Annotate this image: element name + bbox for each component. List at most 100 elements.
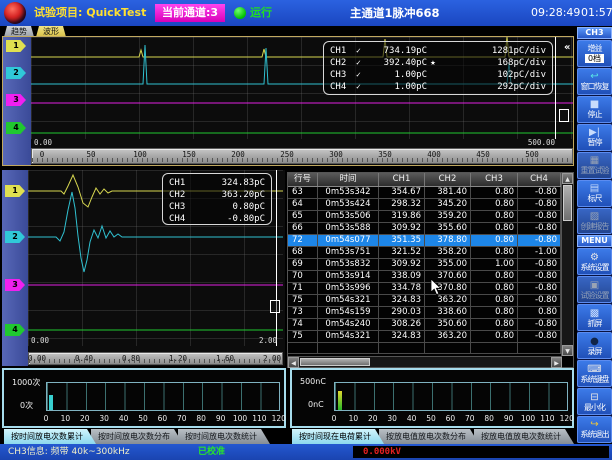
ruler-tick-label: 0.40 (75, 354, 93, 363)
scroll-left-icon[interactable]: ◀ (288, 357, 299, 368)
x-tick-label: 110 (252, 414, 266, 423)
sidebar-button-system-keyboard[interactable]: ⌨系统键盘 (577, 360, 612, 387)
scroll-right-icon[interactable]: ▶ (551, 357, 562, 368)
table-row[interactable]: 730m54s159290.03338.600.800.80 (288, 307, 573, 319)
readout-channel: CH4 (169, 213, 199, 225)
table-cell: 363.20 (425, 331, 471, 342)
table-cell: 0.80 (471, 223, 518, 234)
reset-test-icon: ▦ (590, 155, 599, 166)
table-row[interactable]: 750m54s321324.83363.200.80-0.80 (288, 295, 573, 307)
status-bar: CH3信息: 频带 40k~300kHz 已校准 0.000kV (0, 444, 612, 460)
table-row[interactable]: 650m53s506319.86359.200.80-0.80 (288, 211, 573, 223)
readout-row: CH4✓1.00pC292pC/div (330, 81, 546, 93)
ruler-icon: ▤ (590, 183, 599, 194)
table-row[interactable]: 690m53s832309.92355.001.00-0.80 (288, 259, 573, 271)
table-cell: -0.80 (518, 187, 561, 198)
table-header-CH3[interactable]: CH3 (471, 173, 518, 186)
table-cell: 0.80 (471, 307, 518, 318)
tab-discharge-count-3[interactable]: 按时间放电次数统计 (178, 429, 270, 444)
trend-readout-box: CH1✓734.19pC1281pC/divCH2✓392.40pC★168pC… (323, 41, 553, 95)
tab-charge-3[interactable]: 按放电值放电次数统计 (474, 429, 574, 444)
waveform-cursor-handle[interactable] (270, 300, 280, 313)
scroll-up-icon[interactable]: ▲ (562, 173, 573, 184)
charge-histogram-panel: 500nC 0nC 0102030405060708090100110120 (290, 368, 574, 428)
table-cell: 0.80 (471, 235, 518, 246)
sidebar-button-minimize[interactable]: ⊟最小化 (577, 388, 612, 415)
table-header-CH2[interactable]: CH2 (425, 173, 471, 186)
table-cell: 0m53s588 (318, 223, 379, 234)
readout-row: CH4-0.80pC (169, 213, 265, 225)
table-header-CH1[interactable]: CH1 (379, 173, 425, 186)
sidebar-button-label: 抓屏 (588, 319, 602, 328)
channel-tag-3[interactable]: 3 (5, 279, 25, 291)
screen-capture-icon: ▩ (590, 308, 599, 319)
trend-scroll-ruler[interactable]: 050100150200250300350400450500 (31, 148, 573, 164)
scrollbar-thumb[interactable] (300, 358, 370, 366)
horizontal-scrollbar[interactable]: ◀ ▶ (288, 356, 562, 367)
table-header-row: 行号时间CH1CH2CH3CH4 (288, 173, 573, 187)
sidebar-button-screen-record[interactable]: ●录屏 (577, 332, 612, 359)
sidebar-button-gain[interactable]: 增益0档 (577, 40, 612, 67)
channel-tag-1[interactable]: 1 (5, 185, 25, 197)
x-tick-label: 0 (332, 414, 337, 423)
channel-tag-4[interactable]: 4 (6, 122, 26, 134)
x-tick-label: 70 (177, 414, 187, 423)
tab-discharge-count-2[interactable]: 按时间放电次数分布 (91, 429, 183, 444)
create-report-icon: ▨ (590, 211, 599, 222)
minimize-icon: ⊟ (590, 392, 598, 403)
table-row[interactable]: 740m54s240308.26350.600.80-0.80 (288, 319, 573, 331)
table-row[interactable]: 750m54s321324.83363.200.80-0.80 (288, 331, 573, 343)
table-row[interactable]: 640m53s424298.32345.200.80-0.80 (288, 199, 573, 211)
tab-charge-1[interactable]: 按时间现在电荷累计 (292, 429, 384, 444)
table-cell: 324.83 (379, 295, 425, 306)
table-row[interactable]: 630m53s342354.67381.400.80-0.80 (288, 187, 573, 199)
x-tick-label: 0 (44, 414, 49, 423)
table-cell: 0m54s321 (318, 295, 379, 306)
voltage-display: 0.000kV (353, 446, 609, 458)
tab-discharge-count-1[interactable]: 按时间放电次数累计 (4, 429, 96, 444)
sidebar-button-pause[interactable]: ▶|暂停 (577, 124, 612, 151)
waveform-cursor-line[interactable] (276, 170, 277, 346)
scrollbar-thumb[interactable] (563, 185, 572, 221)
readout-scale: 102pC/div (439, 69, 546, 81)
sidebar-button-reset-test: ▦重置试验 (577, 152, 612, 179)
sidebar-button-ruler[interactable]: ▤标尺 (577, 180, 612, 207)
table-cell: -0.80 (518, 271, 561, 282)
channel-tag-1[interactable]: 1 (6, 40, 26, 52)
sidebar-button-label: 系统设置 (581, 263, 609, 272)
channel-tag-4[interactable]: 4 (5, 324, 25, 336)
table-header-行号[interactable]: 行号 (288, 173, 318, 186)
channel-tag-3[interactable]: 3 (6, 94, 26, 106)
sidebar-collapse-icon[interactable]: « (564, 42, 570, 53)
channel-tag-2[interactable]: 2 (6, 67, 26, 79)
table-cell: -0.80 (518, 283, 561, 294)
tab-charge-2[interactable]: 按放电值放电次数分布 (379, 429, 479, 444)
sidebar-button-screen-capture[interactable]: ▩抓屏 (577, 304, 612, 331)
table-row[interactable]: 680m53s751321.52358.200.80-1.00 (288, 247, 573, 259)
table-header-时间[interactable]: 时间 (318, 173, 379, 186)
table-cell: 68 (288, 247, 318, 258)
waveform-scroll-ruler[interactable]: 0.000.400.801.201.602.00 (28, 352, 283, 365)
sidebar-button-stop[interactable]: ■停止 (577, 96, 612, 123)
readout-scale: 1281pC/div (439, 45, 546, 57)
table-cell: 70 (288, 271, 318, 282)
sidebar-button-window-restore[interactable]: ↩窗口恢复 (577, 68, 612, 95)
x-tick-label: 110 (540, 414, 554, 423)
readout-value: -0.80pC (199, 213, 265, 225)
sidebar-button-system-settings[interactable]: ⚙系统设置 (577, 248, 612, 275)
trend-cursor-handle[interactable] (559, 109, 569, 122)
readout-row: CH2363.20pC (169, 189, 265, 201)
table-header-CH4[interactable]: CH4 (518, 173, 561, 186)
channel-tag-2[interactable]: 2 (5, 231, 25, 243)
sidebar-button-system-exit[interactable]: ↪系统退出 (577, 416, 612, 443)
vertical-scrollbar[interactable]: ▲ ▼ (561, 173, 573, 356)
readout-channel: CH3 (330, 69, 356, 81)
sidebar-button-label: 最小化 (584, 403, 605, 412)
trend-cursor-line[interactable] (555, 37, 556, 139)
x-tick-label: 40 (407, 414, 417, 423)
scroll-down-icon[interactable]: ▼ (562, 345, 573, 356)
readout-value: 734.19pC (367, 45, 427, 57)
table-row[interactable]: 720m54s077351.35378.800.80-0.80 (288, 235, 573, 247)
table-row[interactable]: 660m53s588309.92355.600.80-0.80 (288, 223, 573, 235)
system-settings-icon: ⚙ (590, 252, 599, 263)
